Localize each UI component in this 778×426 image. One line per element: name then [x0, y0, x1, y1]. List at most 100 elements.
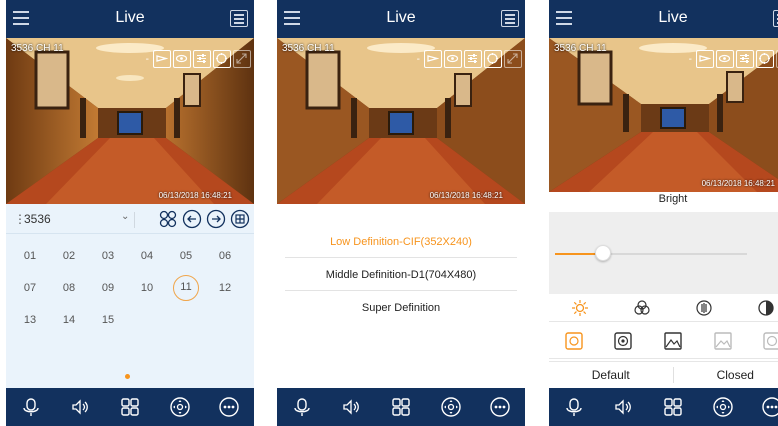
overlay-dash: - — [145, 53, 149, 65]
saturation-icon[interactable] — [756, 298, 776, 318]
device-selector[interactable]: ⋮ 3536 ⌄ — [6, 204, 254, 234]
divider — [134, 212, 135, 228]
fullscreen-icon[interactable] — [504, 50, 522, 68]
more-icon[interactable] — [761, 396, 778, 418]
definition-option-low[interactable]: Low Definition-CIF(352X240) — [285, 226, 517, 258]
slider-thumb[interactable] — [595, 245, 611, 261]
speaker-icon[interactable] — [340, 396, 362, 418]
snapshot-icon[interactable] — [424, 50, 442, 68]
channel-02[interactable]: 02 — [56, 243, 82, 269]
ptz-icon[interactable] — [484, 50, 502, 68]
channel-grid: 01 02 03 04 05 06 07 08 09 10 11 12 13 14 15 — [6, 234, 254, 388]
adjust-type-row — [549, 294, 778, 322]
channel-03[interactable]: 03 — [95, 243, 121, 269]
snapshot-icon[interactable] — [153, 50, 171, 68]
video-overlay-tools: - — [689, 50, 778, 68]
channel-04[interactable]: 04 — [134, 243, 160, 269]
talk-icon[interactable] — [563, 396, 585, 418]
screen-title: Live — [115, 9, 145, 26]
video-feed[interactable]: 3536 CH 11 - 06/13/2018 16:48:21 — [6, 38, 254, 204]
closed-button[interactable]: Closed — [674, 362, 778, 388]
video-timestamp: 06/13/2018 16:48:21 — [158, 191, 232, 200]
screen-title: Live — [658, 9, 688, 26]
channel-13[interactable]: 13 — [17, 307, 43, 333]
windows-icon[interactable] — [662, 396, 684, 418]
eye-icon[interactable] — [173, 50, 191, 68]
video-feed[interactable]: 3536 CH 11 - 06/13/2018 16:48:21 — [549, 38, 778, 192]
video-timestamp: 06/13/2018 16:48:21 — [701, 179, 775, 188]
windows-icon[interactable] — [390, 396, 412, 418]
sliders-icon[interactable] — [193, 50, 211, 68]
channel-08[interactable]: 08 — [56, 275, 82, 301]
layout-icon[interactable] — [773, 10, 778, 27]
grid-icon[interactable] — [230, 209, 250, 229]
ptz-control-icon[interactable] — [712, 396, 734, 418]
color-icon[interactable] — [632, 298, 652, 318]
channel-12[interactable]: 12 — [212, 275, 238, 301]
screen-title: Live — [386, 9, 416, 26]
ptz-control-icon[interactable] — [169, 396, 191, 418]
auto-mode-icon[interactable] — [564, 331, 584, 351]
channel-11[interactable]: 11 — [173, 275, 199, 301]
eye-icon[interactable] — [716, 50, 734, 68]
channel-10[interactable]: 10 — [134, 275, 160, 301]
previous-icon[interactable] — [182, 209, 202, 229]
layout-icon[interactable] — [230, 10, 248, 27]
next-icon[interactable] — [206, 209, 226, 229]
chevron-down-icon[interactable]: ⌄ — [121, 211, 129, 222]
talk-icon[interactable] — [20, 396, 42, 418]
brightness-slider[interactable] — [555, 253, 747, 255]
top-bar: Live — [6, 0, 254, 38]
outdoor-mode-icon[interactable] — [663, 331, 683, 351]
channel-07[interactable]: 07 — [17, 275, 43, 301]
definition-option-super[interactable]: Super Definition — [285, 292, 517, 324]
channel-09[interactable]: 09 — [95, 275, 121, 301]
speaker-icon[interactable] — [612, 396, 634, 418]
more-icon[interactable] — [489, 396, 511, 418]
talk-icon[interactable] — [291, 396, 313, 418]
channel-14[interactable]: 14 — [56, 307, 82, 333]
indoor-mode-icon[interactable] — [613, 331, 633, 351]
sliders-icon[interactable] — [736, 50, 754, 68]
selector-tools — [158, 209, 250, 229]
ptz-icon[interactable] — [213, 50, 231, 68]
device-name: 3536 — [24, 212, 51, 226]
split-screen-icon[interactable] — [158, 209, 178, 229]
video-timestamp: 06/13/2018 16:48:21 — [429, 191, 503, 200]
live-view-channel-panel: Live 3536 CH 11 - 06/13/2018 16:48:21 ⋮ … — [6, 0, 254, 426]
custom-mode-icon[interactable] — [762, 331, 778, 351]
brightness-icon[interactable] — [570, 298, 590, 318]
setting-title: Bright — [658, 193, 688, 205]
contrast-icon[interactable] — [694, 298, 714, 318]
layout-icon[interactable] — [501, 10, 519, 27]
ptz-icon[interactable] — [756, 50, 774, 68]
video-overlay-tools: - — [417, 50, 522, 68]
channel-15[interactable]: 15 — [95, 307, 121, 333]
eye-icon[interactable] — [444, 50, 462, 68]
overlay-dash: - — [688, 53, 692, 65]
definition-option-middle[interactable]: Middle Definition-D1(704X480) — [285, 259, 517, 291]
night-mode-icon[interactable] — [713, 331, 733, 351]
fullscreen-icon[interactable] — [233, 50, 251, 68]
sliders-icon[interactable] — [464, 50, 482, 68]
channel-06[interactable]: 06 — [212, 243, 238, 269]
channel-05[interactable]: 05 — [173, 243, 199, 269]
live-view-definition-panel: Live 3536 CH 11 - 06/13/2018 16:48:21 Lo… — [277, 0, 525, 426]
video-feed[interactable]: 3536 CH 11 - 06/13/2018 16:48:21 — [277, 38, 525, 204]
bottom-toolbar — [549, 388, 778, 426]
live-view-image-settings-panel: Live 3536 CH 11 - 06/13/2018 16:48:21 Br… — [549, 0, 778, 426]
channel-01[interactable]: 01 — [17, 243, 43, 269]
overlay-dash: - — [416, 53, 420, 65]
default-button[interactable]: Default — [549, 362, 673, 388]
page-indicator — [125, 374, 130, 379]
bottom-toolbar — [6, 388, 254, 426]
windows-icon[interactable] — [119, 396, 141, 418]
camera-label: 3536 CH 11 — [11, 43, 64, 54]
speaker-icon[interactable] — [69, 396, 91, 418]
ptz-control-icon[interactable] — [440, 396, 462, 418]
bottom-toolbar — [277, 388, 525, 426]
top-bar: Live — [549, 0, 778, 38]
snapshot-icon[interactable] — [696, 50, 714, 68]
more-icon[interactable] — [218, 396, 240, 418]
top-bar: Live — [277, 0, 525, 38]
